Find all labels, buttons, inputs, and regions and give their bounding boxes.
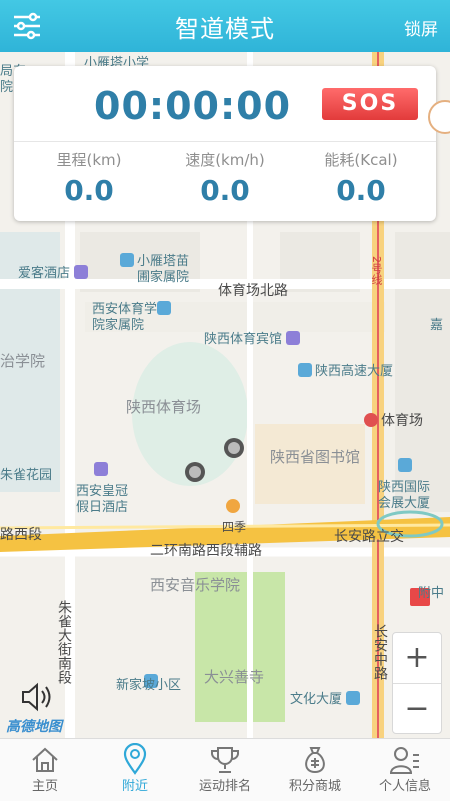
money-bag-icon — [305, 747, 325, 774]
building-icon — [120, 253, 134, 267]
distance-label: 里程(km) — [56, 151, 122, 169]
workout-stats-card: 00:00:00 SOS 里程(km) 0.0 速度(km/h) 0.0 能耗(… — [14, 66, 436, 221]
map-label: 四季 — [222, 520, 247, 534]
map-label: 假日酒店 — [76, 500, 129, 515]
tab-label: 附近 — [121, 779, 148, 794]
hotel-icon — [286, 331, 301, 345]
hotel-icon — [74, 265, 89, 279]
card-divider — [14, 141, 436, 142]
tab-shop[interactable]: 积分商城 — [270, 739, 360, 801]
timer-display: 00:00:00 — [94, 84, 292, 128]
building-icon — [346, 691, 361, 705]
tab-label: 积分商城 — [288, 779, 341, 794]
map-label: 长安中路 — [372, 624, 388, 680]
map-label: 院家属院 — [92, 318, 145, 333]
location-pin-icon — [123, 743, 147, 775]
tab-label: 主页 — [31, 779, 58, 794]
map-label: 大兴善寺 — [204, 668, 265, 686]
tab-ranking[interactable]: 运动排名 — [180, 739, 270, 801]
tab-label: 个人信息 — [378, 779, 431, 794]
map-label: 治学院 — [0, 352, 46, 370]
tab-nearby[interactable]: 附近 — [90, 739, 180, 801]
zoom-control: + − — [392, 632, 442, 734]
energy-stat: 能耗(Kcal) 0.0 — [296, 149, 426, 207]
trophy-icon — [211, 747, 239, 773]
map-label: 文化大厦 — [290, 688, 363, 707]
map-label: 长安路立交 — [334, 529, 404, 545]
distance-stat: 里程(km) 0.0 — [24, 149, 154, 207]
map-label: 朱雀花园 — [0, 468, 53, 483]
map-label: 陕西高速大厦 — [298, 360, 393, 379]
map-label: 爱客酒店 — [18, 262, 91, 281]
building-icon — [157, 301, 172, 315]
map-label: 附中 — [418, 586, 445, 601]
map-label: 路西段 — [0, 527, 42, 543]
map-label-xinjiapo: 新家坡小区 — [116, 678, 182, 693]
map-label: 院 — [0, 80, 14, 95]
map-label: 陕西体育宾馆 — [204, 328, 303, 347]
home-icon — [32, 747, 58, 772]
speed-label: 速度(km/h) — [185, 151, 265, 169]
zoom-in-button[interactable]: + — [393, 633, 441, 684]
map-label: 朱雀大街南段 — [56, 600, 72, 684]
tab-label: 运动排名 — [198, 779, 251, 794]
tab-profile[interactable]: 个人信息 — [360, 739, 450, 801]
zoom-out-button[interactable]: − — [393, 684, 441, 734]
map-label: 体育场北路 — [218, 283, 288, 299]
map-label — [76, 462, 111, 478]
speed-stat: 速度(km/h) 0.0 — [160, 149, 290, 207]
lock-screen-button[interactable]: 锁屏 — [404, 15, 438, 40]
tab-home[interactable]: 主页 — [0, 739, 90, 801]
speaker-icon[interactable] — [20, 682, 56, 712]
page-title: 智道模式 — [175, 14, 275, 43]
user-info-icon — [389, 747, 419, 774]
map-label: 2号线 — [370, 256, 383, 285]
map-label: 圃家属院 — [137, 270, 190, 285]
app-header: 智道模式 锁屏 — [0, 0, 450, 52]
sos-button[interactable]: SOS — [322, 88, 418, 120]
settings-sliders-icon[interactable] — [12, 12, 42, 40]
map-label: 陕西体育场 — [126, 398, 202, 416]
speed-value: 0.0 — [200, 174, 250, 207]
amap-logo: 高德地图 — [6, 719, 62, 735]
map-label: 会展大厦 — [378, 496, 431, 511]
hotel-icon — [94, 462, 108, 476]
distance-value: 0.0 — [64, 174, 114, 207]
map-label: 嘉 — [430, 318, 444, 333]
map-label: 体育场 — [364, 410, 423, 430]
map-label: 西安音乐学院 — [150, 576, 241, 594]
map-label: 二环南路西段辅路 — [150, 543, 262, 559]
building-icon — [398, 458, 412, 472]
building-icon — [298, 363, 312, 377]
metro-icon — [364, 413, 378, 427]
bottom-tab-bar: 主页 附近 运动排名 积分商城 个人信息 — [0, 738, 450, 801]
map-label: 陕西省图书馆 — [270, 448, 361, 466]
map-label — [398, 458, 415, 474]
energy-value: 0.0 — [336, 174, 386, 207]
energy-label: 能耗(Kcal) — [324, 151, 398, 169]
